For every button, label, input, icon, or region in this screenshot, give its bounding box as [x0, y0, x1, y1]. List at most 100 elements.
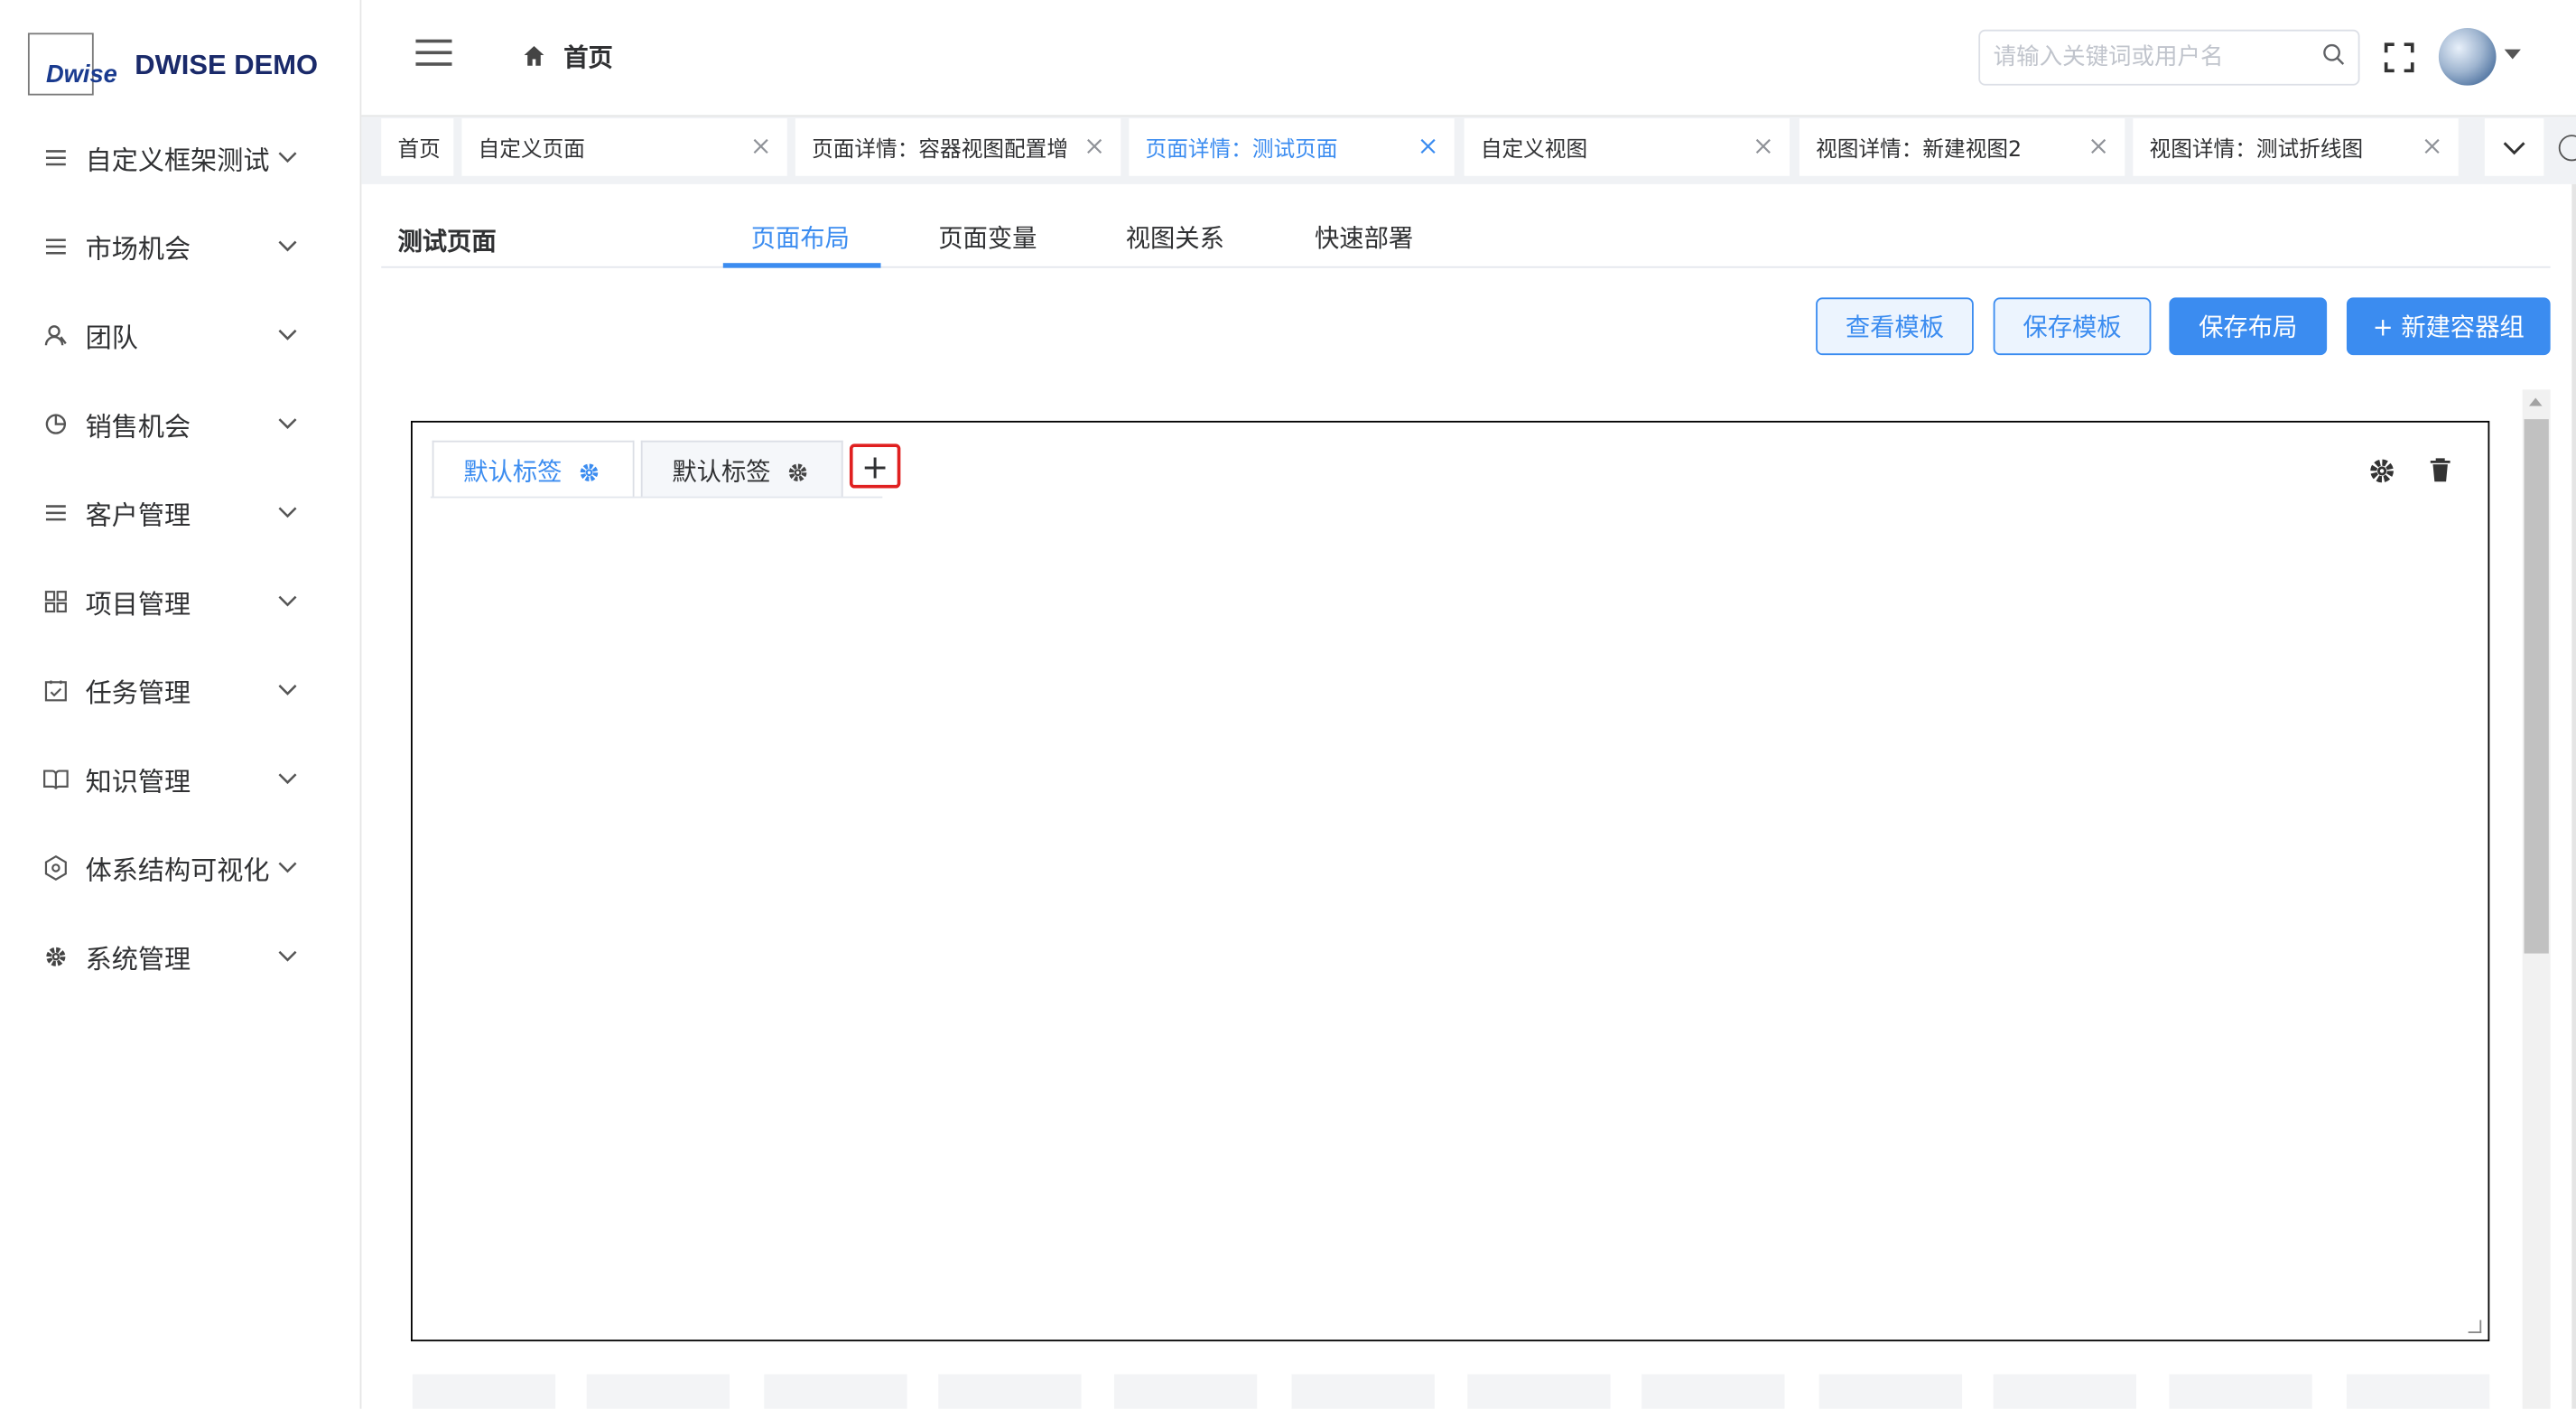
avatar[interactable] [2438, 27, 2497, 86]
search-input[interactable] [1993, 44, 2322, 71]
chevron-down-icon [278, 680, 298, 700]
right-edge [2571, 183, 2576, 1409]
page-tab-home[interactable]: 首页 [381, 118, 454, 176]
tabs-divider [381, 266, 2551, 268]
container-tab-default-1[interactable]: 默认标签 [432, 440, 635, 499]
sidebar-item-framework-test[interactable]: 自定义框架测试 [0, 114, 360, 202]
page-tab-line-chart[interactable]: 视图详情：测试折线图 [2133, 118, 2459, 176]
palette-item[interactable] [1291, 1374, 1435, 1409]
save-template-button[interactable]: 保存模板 [1993, 297, 2152, 356]
trash-icon[interactable] [2429, 457, 2451, 483]
page-tab-new-view-2[interactable]: 视图详情：新建视图2 [1799, 118, 2125, 176]
page-tab-container-config[interactable]: 页面详情：容器视图配置增 [795, 118, 1121, 176]
palette-item[interactable] [1641, 1374, 1785, 1409]
container-tab-default-2[interactable]: 默认标签 [640, 440, 843, 499]
save-layout-button[interactable]: 保存布局 [2169, 297, 2328, 356]
page-tab-label: 页面详情：测试页面 [1145, 137, 1338, 163]
search-icon[interactable] [2322, 42, 2345, 72]
container-tab-label: 默认标签 [463, 456, 563, 486]
hamburger-icon[interactable] [415, 39, 452, 70]
home-icon [523, 42, 545, 66]
search-box[interactable] [1978, 29, 2360, 86]
palette-item[interactable] [938, 1374, 1082, 1409]
page-tab-label: 页面详情：容器视图配置增 [812, 137, 1069, 163]
brand-name: DWISE DEMO [135, 49, 319, 81]
sidebar-item-team[interactable]: 团队 [0, 291, 360, 379]
close-icon[interactable] [2088, 136, 2108, 156]
gear-icon[interactable] [579, 460, 600, 481]
sidebar-item-customers[interactable]: 客户管理 [0, 469, 360, 557]
pie-icon [42, 411, 69, 437]
page-tab-label: 自定义页面 [478, 137, 585, 163]
chevron-down-icon [278, 947, 298, 966]
sidebar-item-tasks[interactable]: 任务管理 [0, 646, 360, 734]
sidebar-item-market[interactable]: 市场机会 [0, 202, 360, 291]
sidebar-item-knowledge[interactable]: 知识管理 [0, 735, 360, 824]
list-icon [42, 145, 69, 171]
page-tab-label: 视图详情：新建视图2 [1816, 137, 2023, 163]
sidebar-item-label: 自定义框架测试 [85, 145, 270, 176]
page-tab-custom-page[interactable]: 自定义页面 [461, 118, 787, 176]
container-tabs-divider [430, 496, 883, 499]
container-tab-label: 默认标签 [672, 456, 771, 486]
active-tab-indicator [722, 263, 881, 268]
sidebar-item-sales[interactable]: 销售机会 [0, 379, 360, 468]
chevron-down-icon [278, 148, 298, 168]
tab-quick-deploy[interactable]: 快速部署 [1315, 220, 1413, 255]
layout-container[interactable] [411, 420, 2490, 1342]
palette-item[interactable] [1818, 1374, 1963, 1409]
tabs-more-button[interactable] [2484, 118, 2544, 176]
page-tab-test-page[interactable]: 页面详情：测试页面 [1129, 118, 1455, 176]
sidebar-item-projects[interactable]: 项目管理 [0, 557, 360, 646]
page-tab-custom-view[interactable]: 自定义视图 [1464, 118, 1790, 176]
palette-item[interactable] [586, 1374, 730, 1409]
sidebar-item-label: 系统管理 [85, 943, 191, 975]
palette-item[interactable] [1467, 1374, 1611, 1409]
close-icon[interactable] [1753, 136, 1773, 156]
palette-item[interactable] [764, 1374, 907, 1409]
breadcrumb[interactable]: 首页 [563, 40, 613, 74]
fullscreen-icon[interactable] [2383, 42, 2415, 74]
page-title: 测试页面 [397, 227, 497, 257]
chevron-down-icon [2503, 132, 2525, 163]
calendar-check-icon [42, 677, 69, 704]
chevron-down-icon [278, 415, 298, 434]
list-icon [42, 499, 69, 526]
tab-page-layout[interactable]: 页面布局 [751, 220, 850, 255]
sidebar-item-label: 项目管理 [85, 588, 191, 621]
hexagon-icon [42, 854, 69, 881]
palette-item[interactable] [412, 1374, 556, 1409]
user-icon [42, 322, 69, 349]
tab-page-variables[interactable]: 页面变量 [938, 220, 1037, 255]
close-icon[interactable] [2423, 136, 2442, 156]
new-container-group-button[interactable]: + 新建容器组 [2346, 297, 2551, 356]
add-tab-button[interactable]: + [849, 443, 901, 489]
sidebar-item-label: 任务管理 [85, 677, 191, 709]
sidebar-item-label: 客户管理 [85, 499, 191, 531]
logo-text: Dwise [45, 61, 117, 89]
close-icon[interactable] [1084, 136, 1104, 156]
sidebar-item-system[interactable]: 系统管理 [0, 912, 360, 1001]
resize-handle-icon[interactable] [2468, 1320, 2482, 1334]
view-template-button[interactable]: 查看模板 [1816, 297, 1974, 356]
scroll-up-arrow-icon[interactable] [2528, 397, 2543, 406]
close-icon[interactable] [1418, 136, 1438, 156]
container-settings-icon[interactable] [2368, 457, 2396, 485]
tab-view-relations[interactable]: 视图关系 [1126, 220, 1224, 255]
sidebar-item-label: 知识管理 [85, 766, 191, 798]
palette-item[interactable] [2169, 1374, 2312, 1409]
sidebar-item-label: 团队 [85, 322, 138, 354]
page-tab-label: 自定义视图 [1480, 137, 1588, 163]
chevron-down-icon [278, 770, 298, 789]
scrollbar-thumb[interactable] [2524, 419, 2549, 954]
sidebar-item-architecture[interactable]: 体系结构可视化 [0, 824, 360, 912]
gear-icon[interactable] [787, 460, 809, 481]
palette-item[interactable] [1113, 1374, 1258, 1409]
chevron-down-icon [278, 858, 298, 878]
palette-item[interactable] [1993, 1374, 2136, 1409]
book-icon [42, 766, 69, 792]
sidebar-item-label: 体系结构可视化 [85, 854, 270, 886]
caret-down-icon[interactable] [2504, 49, 2521, 60]
close-icon[interactable] [751, 136, 771, 156]
palette-item[interactable] [2346, 1374, 2490, 1409]
